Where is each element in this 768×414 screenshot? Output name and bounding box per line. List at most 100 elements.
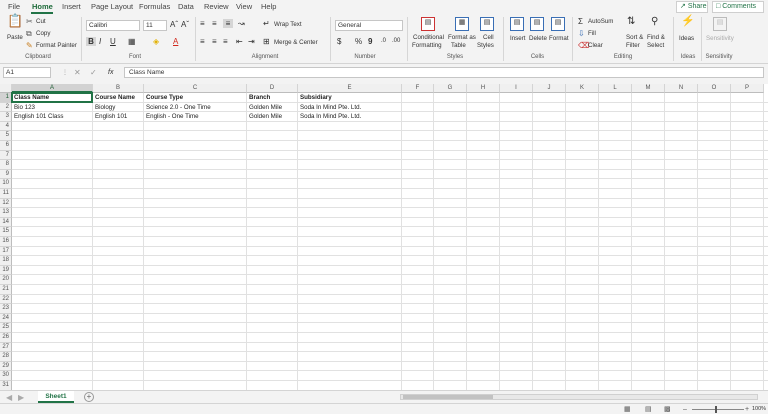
column-header-n[interactable]: N: [665, 84, 698, 93]
format-as-table-button-line2[interactable]: Table: [451, 42, 466, 49]
column-header-e[interactable]: E: [298, 84, 402, 93]
data-cell[interactable]: English 101: [93, 112, 144, 122]
row-header-24[interactable]: 24: [0, 313, 12, 324]
data-cell[interactable]: Golden Mile: [247, 112, 298, 122]
row-header-6[interactable]: 6: [0, 141, 12, 151]
find-select-button[interactable]: Find &: [647, 34, 665, 41]
data-cell[interactable]: Bio 123: [12, 103, 93, 113]
increase-indent-icon[interactable]: ⇥: [248, 37, 255, 46]
format-as-table-icon[interactable]: ▦: [455, 17, 469, 31]
header-cell[interactable]: Branch: [247, 93, 298, 103]
column-header-p[interactable]: P: [731, 84, 764, 93]
fill-button[interactable]: Fill: [588, 30, 596, 37]
cut-icon[interactable]: ✂: [26, 17, 33, 26]
number-format-dropdown[interactable]: General: [335, 20, 403, 31]
add-sheet-icon[interactable]: +: [84, 392, 94, 402]
align-middle-icon[interactable]: ≡: [212, 19, 217, 28]
horizontal-scrollbar[interactable]: [400, 394, 758, 400]
zoom-slider[interactable]: [692, 409, 744, 410]
column-header-k[interactable]: K: [566, 84, 599, 93]
merge-center-button[interactable]: Merge & Center: [274, 39, 318, 46]
row-header-11[interactable]: 11: [0, 189, 12, 199]
comments-button[interactable]: □ Comments: [712, 1, 764, 13]
column-header-d[interactable]: D: [247, 84, 298, 93]
column-header-f[interactable]: F: [402, 84, 434, 93]
data-cell[interactable]: Biology: [93, 103, 144, 113]
name-box[interactable]: A1: [3, 67, 51, 78]
find-select-button-line2[interactable]: Select: [647, 42, 664, 49]
row-header-4[interactable]: 4: [0, 121, 12, 132]
format-cells-button[interactable]: Format: [549, 35, 569, 42]
column-header-o[interactable]: O: [698, 84, 731, 93]
sort-filter-button-line2[interactable]: Filter: [626, 42, 640, 49]
menu-insert[interactable]: Insert: [62, 2, 81, 11]
cut-button[interactable]: Cut: [36, 18, 46, 25]
data-cell[interactable]: English - One Time: [144, 112, 247, 122]
copy-button[interactable]: Copy: [36, 30, 50, 37]
menu-file[interactable]: File: [8, 2, 20, 11]
data-cell[interactable]: Soda In Mind Pte. Ltd.: [298, 103, 402, 113]
data-cell[interactable]: Golden Mile: [247, 103, 298, 113]
align-left-icon[interactable]: ≡: [200, 37, 205, 46]
row-header-31[interactable]: 31: [0, 381, 12, 390]
wrap-text-icon[interactable]: ↵: [263, 19, 270, 28]
row-header-29[interactable]: 29: [0, 361, 12, 372]
horizontal-scroll-thumb[interactable]: [403, 395, 493, 399]
cell-styles-button[interactable]: Cell: [483, 34, 494, 41]
row-header-18[interactable]: 18: [0, 256, 12, 266]
zoom-level[interactable]: 100%: [752, 406, 766, 412]
format-as-table-button[interactable]: Format as: [448, 34, 476, 41]
column-header-g[interactable]: G: [434, 84, 467, 93]
column-header-l[interactable]: L: [599, 84, 632, 93]
fill-icon[interactable]: ⇩: [578, 29, 585, 38]
normal-view-icon[interactable]: ▦: [624, 405, 631, 414]
next-sheet-icon[interactable]: ▶: [18, 393, 24, 402]
format-painter-button[interactable]: Format Painter: [36, 42, 77, 49]
row-header-21[interactable]: 21: [0, 285, 12, 295]
row-header-25[interactable]: 25: [0, 323, 12, 333]
row-header-15[interactable]: 15: [0, 227, 12, 237]
delete-cells-button[interactable]: Delete: [529, 35, 547, 42]
column-header-m[interactable]: M: [632, 84, 665, 93]
prev-sheet-icon[interactable]: ◀: [6, 393, 12, 402]
data-cell[interactable]: Soda In Mind Pte. Ltd.: [298, 112, 402, 122]
header-cell[interactable]: Subsidiary: [298, 93, 402, 103]
paste-icon[interactable]: 📋: [7, 14, 23, 30]
zoom-out-icon[interactable]: –: [683, 405, 687, 414]
data-cell[interactable]: Science 2.0 - One Time: [144, 103, 247, 113]
column-header-j[interactable]: J: [533, 84, 566, 93]
align-center-icon[interactable]: ≡: [212, 37, 217, 46]
percent-icon[interactable]: %: [355, 37, 362, 46]
currency-icon[interactable]: $: [337, 37, 341, 46]
menu-data[interactable]: Data: [178, 2, 194, 11]
row-header-30[interactable]: 30: [0, 371, 12, 381]
sort-filter-button[interactable]: Sort &: [626, 34, 643, 41]
align-right-icon[interactable]: ≡: [223, 37, 228, 46]
row-header-22[interactable]: 22: [0, 294, 12, 305]
shrink-font-icon[interactable]: Aˇ: [181, 20, 189, 29]
insert-function-icon[interactable]: fx: [108, 68, 113, 77]
row-header-17[interactable]: 17: [0, 246, 12, 257]
row-header-5[interactable]: 5: [0, 131, 12, 141]
column-header-i[interactable]: I: [500, 84, 533, 93]
autosum-button[interactable]: AutoSum: [588, 18, 613, 25]
row-header-12[interactable]: 12: [0, 198, 12, 209]
page-break-view-icon[interactable]: ▩: [664, 405, 671, 414]
row-header-8[interactable]: 8: [0, 160, 12, 170]
conditional-formatting-button[interactable]: Conditional: [413, 34, 444, 41]
column-header-c[interactable]: C: [144, 84, 247, 93]
merge-center-icon[interactable]: ⊞: [263, 37, 270, 46]
wrap-text-button[interactable]: Wrap Text: [274, 21, 302, 28]
row-header-9[interactable]: 9: [0, 169, 12, 180]
sheet-tab-sheet1[interactable]: Sheet1: [38, 391, 74, 403]
font-size-dropdown[interactable]: 11: [143, 20, 167, 31]
insert-cells-icon[interactable]: ▤: [510, 17, 524, 31]
enter-icon[interactable]: ✓: [90, 68, 97, 77]
share-button[interactable]: ↗ Share: [676, 1, 708, 13]
page-layout-view-icon[interactable]: ▤: [645, 405, 652, 414]
comma-icon[interactable]: 9: [368, 37, 372, 46]
decrease-indent-icon[interactable]: ⇤: [236, 37, 243, 46]
conditional-formatting-icon[interactable]: ▤: [421, 17, 435, 31]
borders-icon[interactable]: ▦: [128, 37, 136, 46]
menu-view[interactable]: View: [236, 2, 252, 11]
